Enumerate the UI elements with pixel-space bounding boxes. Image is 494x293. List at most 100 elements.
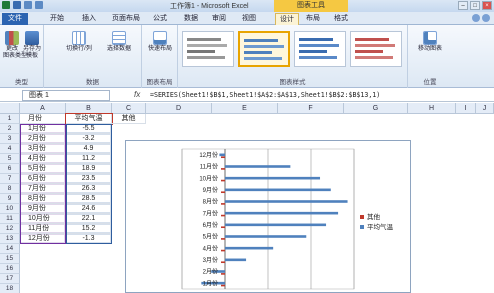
table-row-avg-temp[interactable]: 18.9: [66, 164, 112, 174]
row-header-12[interactable]: 12: [0, 224, 20, 234]
table-row-avg-temp[interactable]: -3.2: [66, 134, 112, 144]
row-header-11[interactable]: 11: [0, 214, 20, 224]
bar-avg-temp[interactable]: [225, 165, 291, 168]
row-header-8[interactable]: 8: [0, 184, 20, 194]
table-row-month[interactable]: 11月份: [20, 224, 66, 234]
maximize-icon[interactable]: □: [470, 1, 480, 10]
bar-other[interactable]: [221, 214, 225, 217]
tab-review[interactable]: 审阅: [208, 13, 230, 25]
row-header-18[interactable]: 18: [0, 284, 20, 293]
table-row-month[interactable]: 10月份: [20, 214, 66, 224]
cell-header-other[interactable]: 其他: [112, 114, 146, 124]
column-header-b[interactable]: B: [66, 103, 112, 114]
column-header-f[interactable]: F: [278, 103, 344, 114]
bar-avg-temp[interactable]: [225, 188, 331, 192]
tab-insert[interactable]: 插入: [78, 13, 100, 25]
table-row-month[interactable]: 9月份: [20, 204, 66, 214]
bar-other[interactable]: [221, 156, 225, 159]
bar-other[interactable]: [221, 284, 225, 287]
table-row-avg-temp[interactable]: 26.3: [66, 184, 112, 194]
bar-other[interactable]: [221, 273, 225, 275]
cell-header-month[interactable]: 月份: [20, 114, 66, 124]
bar-avg-temp[interactable]: [225, 200, 348, 203]
save-as-template-button[interactable]: 另存为 模板: [23, 31, 41, 60]
bar-avg-temp[interactable]: [225, 235, 307, 238]
table-row-month[interactable]: 3月份: [20, 144, 66, 154]
select-data-button[interactable]: 选择数据: [102, 31, 136, 53]
name-box[interactable]: 图表 1: [22, 90, 110, 101]
bar-other[interactable]: [221, 191, 225, 194]
row-header-14[interactable]: 14: [0, 244, 20, 254]
bar-avg-temp[interactable]: [225, 246, 274, 250]
tab-data[interactable]: 数据: [180, 13, 202, 25]
column-header-h[interactable]: H: [408, 103, 456, 114]
move-chart-button[interactable]: 移动图表: [416, 31, 444, 53]
row-header-16[interactable]: 16: [0, 264, 20, 274]
change-chart-type-button[interactable]: 更改 图表类型: [3, 31, 27, 60]
tab-layout[interactable]: 布局: [302, 13, 324, 25]
table-row-avg-temp[interactable]: 24.6: [66, 204, 112, 214]
row-header-3[interactable]: 3: [0, 134, 20, 144]
table-row-month[interactable]: 6月份: [20, 174, 66, 184]
tab-view[interactable]: 视图: [238, 13, 260, 25]
row-header-10[interactable]: 10: [0, 204, 20, 214]
save-icon[interactable]: [13, 1, 21, 9]
tab-formulas[interactable]: 公式: [149, 13, 171, 25]
legend-label-other[interactable]: 其他: [367, 212, 381, 221]
table-row-avg-temp[interactable]: -5.5: [66, 124, 112, 134]
table-row-avg-temp[interactable]: 4.9: [66, 144, 112, 154]
row-header-2[interactable]: 2: [0, 124, 20, 134]
tab-design[interactable]: 设计: [275, 13, 299, 25]
minimize-icon[interactable]: –: [458, 1, 468, 10]
formula-input[interactable]: =SERIES(Sheet1!$B$1,Sheet1!$A$2:$A$13,Sh…: [150, 90, 380, 101]
table-row-avg-temp[interactable]: 15.2: [66, 224, 112, 234]
fx-icon[interactable]: fx: [134, 90, 140, 99]
column-header-e[interactable]: E: [212, 103, 278, 114]
row-header-5[interactable]: 5: [0, 154, 20, 164]
column-header-i[interactable]: I: [456, 103, 476, 114]
chart-style-blue-alt[interactable]: [294, 31, 346, 67]
bar-avg-temp[interactable]: [225, 223, 327, 227]
row-header-17[interactable]: 17: [0, 274, 20, 284]
chart-style-blue-selected[interactable]: [238, 31, 290, 67]
tab-file[interactable]: 文件: [2, 13, 28, 25]
bar-other[interactable]: [221, 226, 225, 229]
table-row-month[interactable]: 12月份: [20, 234, 66, 244]
bar-other[interactable]: [221, 203, 225, 205]
chart-area[interactable]: 1月份 2月份 3月份 4月份 5月份 6月份 7月份 8月份 9月份 10月份 11月份 12月份其…: [125, 140, 411, 293]
row-header-6[interactable]: 6: [0, 164, 20, 174]
table-row-month[interactable]: 5月份: [20, 164, 66, 174]
column-header-a[interactable]: A: [20, 103, 66, 114]
chart-style-gray[interactable]: [182, 31, 234, 67]
close-icon[interactable]: ×: [482, 1, 492, 10]
bar-avg-temp[interactable]: [219, 153, 225, 157]
column-header-g[interactable]: G: [344, 103, 408, 114]
column-header-j[interactable]: J: [476, 103, 494, 114]
switch-row-column-button[interactable]: 切换行/列: [62, 31, 96, 53]
row-header-15[interactable]: 15: [0, 254, 20, 264]
undo-icon[interactable]: [24, 1, 32, 9]
table-row-avg-temp[interactable]: 11.2: [66, 154, 112, 164]
tab-home[interactable]: 开始: [46, 13, 68, 25]
table-row-month[interactable]: 1月份: [20, 124, 66, 134]
bar-avg-temp[interactable]: [225, 258, 247, 262]
table-row-avg-temp[interactable]: 28.5: [66, 194, 112, 204]
table-row-month[interactable]: 8月份: [20, 194, 66, 204]
table-row-avg-temp[interactable]: 22.1: [66, 214, 112, 224]
row-header-4[interactable]: 4: [0, 144, 20, 154]
quick-layout-button[interactable]: 快速布局: [145, 31, 175, 53]
row-header-9[interactable]: 9: [0, 194, 20, 204]
chart-style-red[interactable]: [350, 31, 402, 67]
row-header-1[interactable]: 1: [0, 114, 20, 124]
table-row-month[interactable]: 4月份: [20, 154, 66, 164]
minimize-ribbon-icon[interactable]: [472, 14, 480, 22]
tab-format[interactable]: 格式: [330, 13, 352, 25]
tab-page-layout[interactable]: 页面布局: [108, 13, 144, 25]
cell-header-avg-temp[interactable]: 平均气温: [65, 113, 113, 125]
table-row-month[interactable]: 7月份: [20, 184, 66, 194]
bar-other[interactable]: [221, 261, 225, 264]
table-row-avg-temp[interactable]: 23.5: [66, 174, 112, 184]
column-header-c[interactable]: C: [112, 103, 146, 114]
column-header-d[interactable]: D: [146, 103, 212, 114]
bar-other[interactable]: [221, 238, 225, 240]
